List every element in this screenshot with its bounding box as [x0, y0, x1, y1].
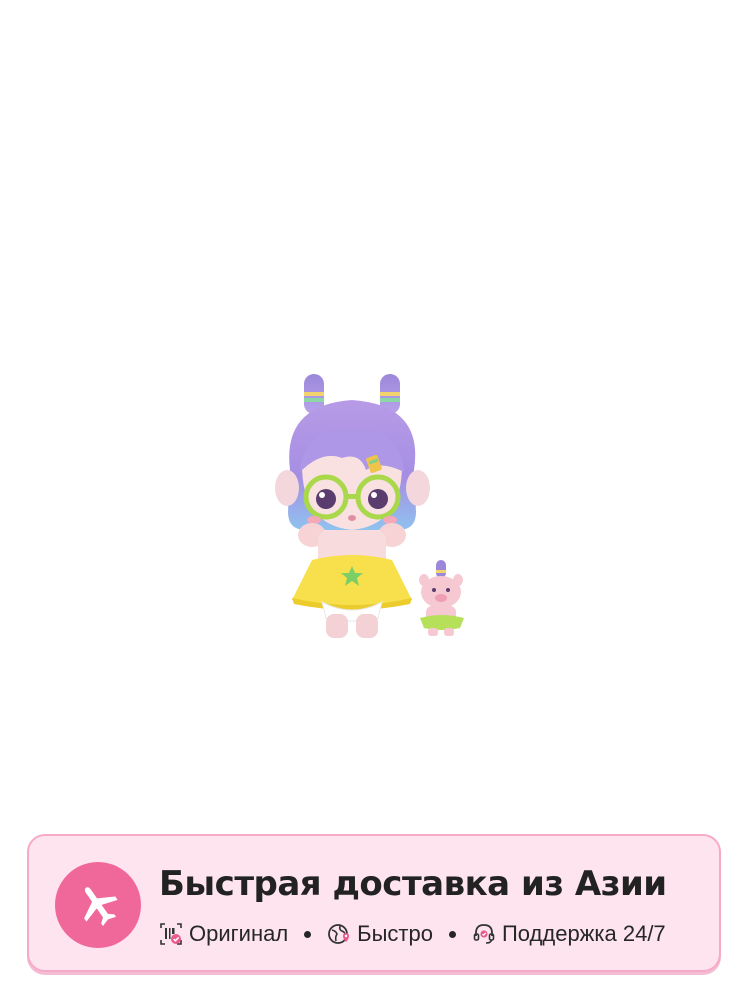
feature-support-label: Поддержка 24/7: [501, 921, 666, 946]
original-check-icon: [160, 923, 182, 945]
feature-support: Поддержка 24/7: [472, 921, 666, 947]
separator-dot: [448, 930, 456, 938]
separator-dot: [304, 930, 312, 938]
banner-title: Быстрая доставка из Азии: [159, 864, 667, 904]
airplane-icon: [84, 887, 118, 926]
delivery-banner[interactable]: Быстрая доставка из Азии Оригинал Быстро: [27, 834, 721, 972]
toy-figure-image: [275, 374, 464, 638]
globe-icon: [328, 924, 350, 944]
banner-features: Оригинал Быстро Поддержка 24/7: [159, 920, 666, 948]
feature-fast: Быстро: [327, 921, 433, 947]
product-image[interactable]: [0, 0, 750, 830]
headset-icon: [473, 924, 495, 944]
feature-fast-label: Быстро: [357, 921, 433, 946]
airplane-icon-badge: [55, 862, 141, 948]
feature-original-label: Оригинал: [189, 921, 289, 946]
feature-original: Оригинал: [159, 921, 288, 947]
